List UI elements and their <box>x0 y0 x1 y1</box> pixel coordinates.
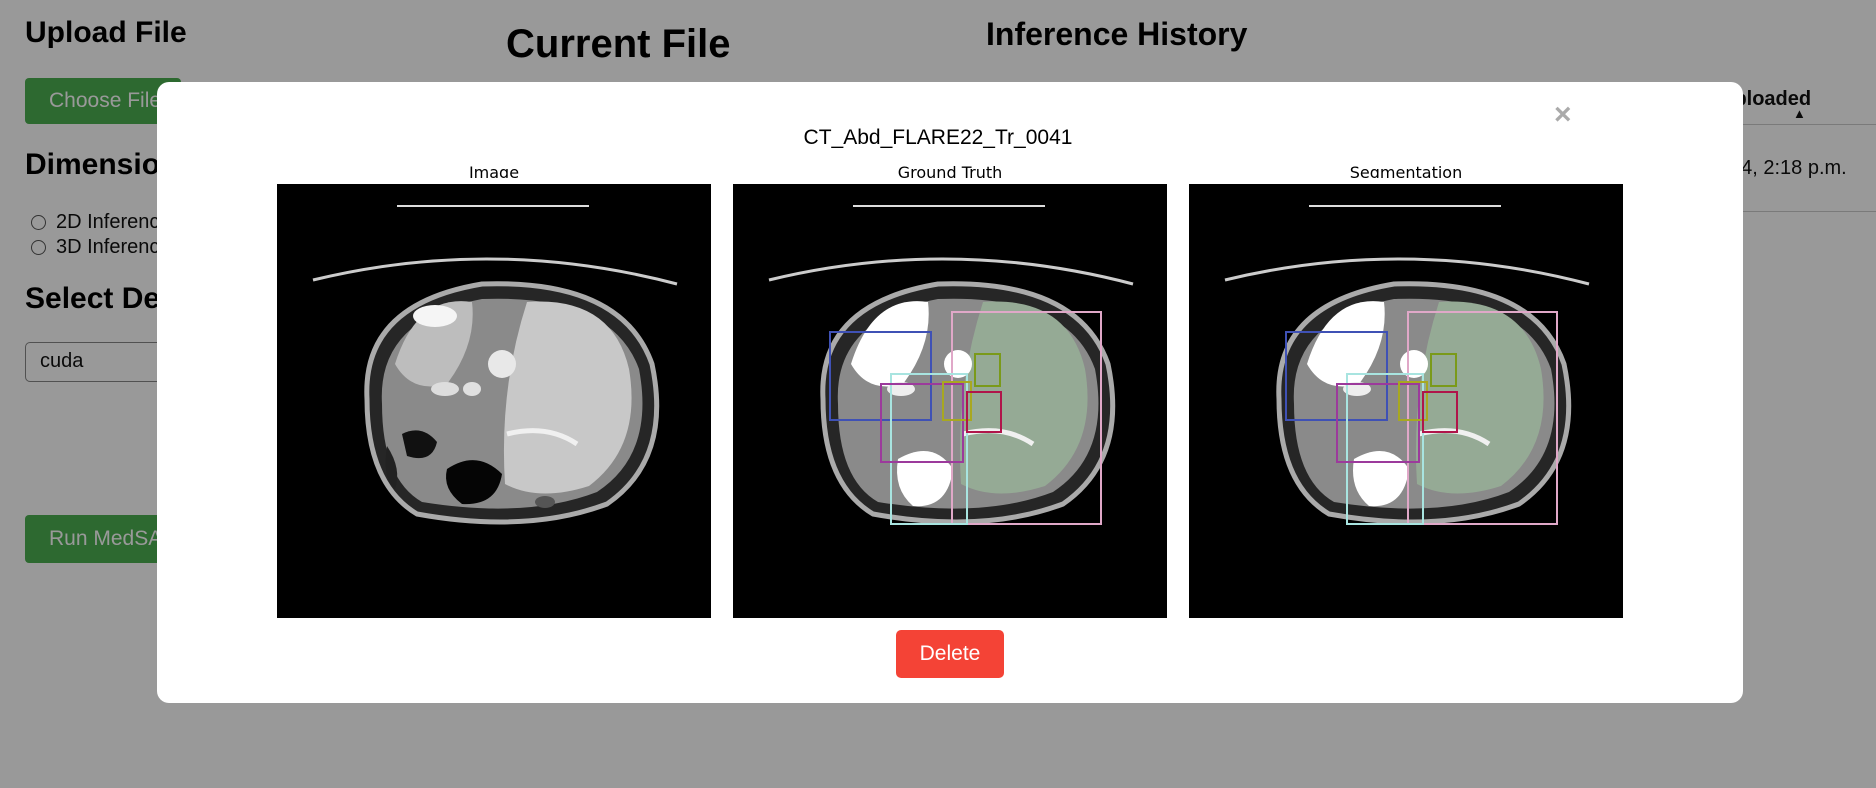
ct-scan-image <box>312 205 678 525</box>
panel-label-segmentation: Segmentation <box>1349 163 1463 178</box>
segmentation-panel <box>1189 184 1623 618</box>
modal-title: CT_Abd_FLARE22_Tr_0041 <box>803 126 1073 149</box>
ground-truth-image <box>768 205 1134 525</box>
panel-label-ground-truth: Ground Truth <box>897 163 1003 178</box>
panel-label-image: Image <box>468 163 520 178</box>
ct-image-panel <box>277 184 711 618</box>
ground-truth-panel <box>733 184 1167 618</box>
delete-button[interactable]: Delete <box>896 630 1004 678</box>
segmentation-image <box>1224 205 1590 525</box>
